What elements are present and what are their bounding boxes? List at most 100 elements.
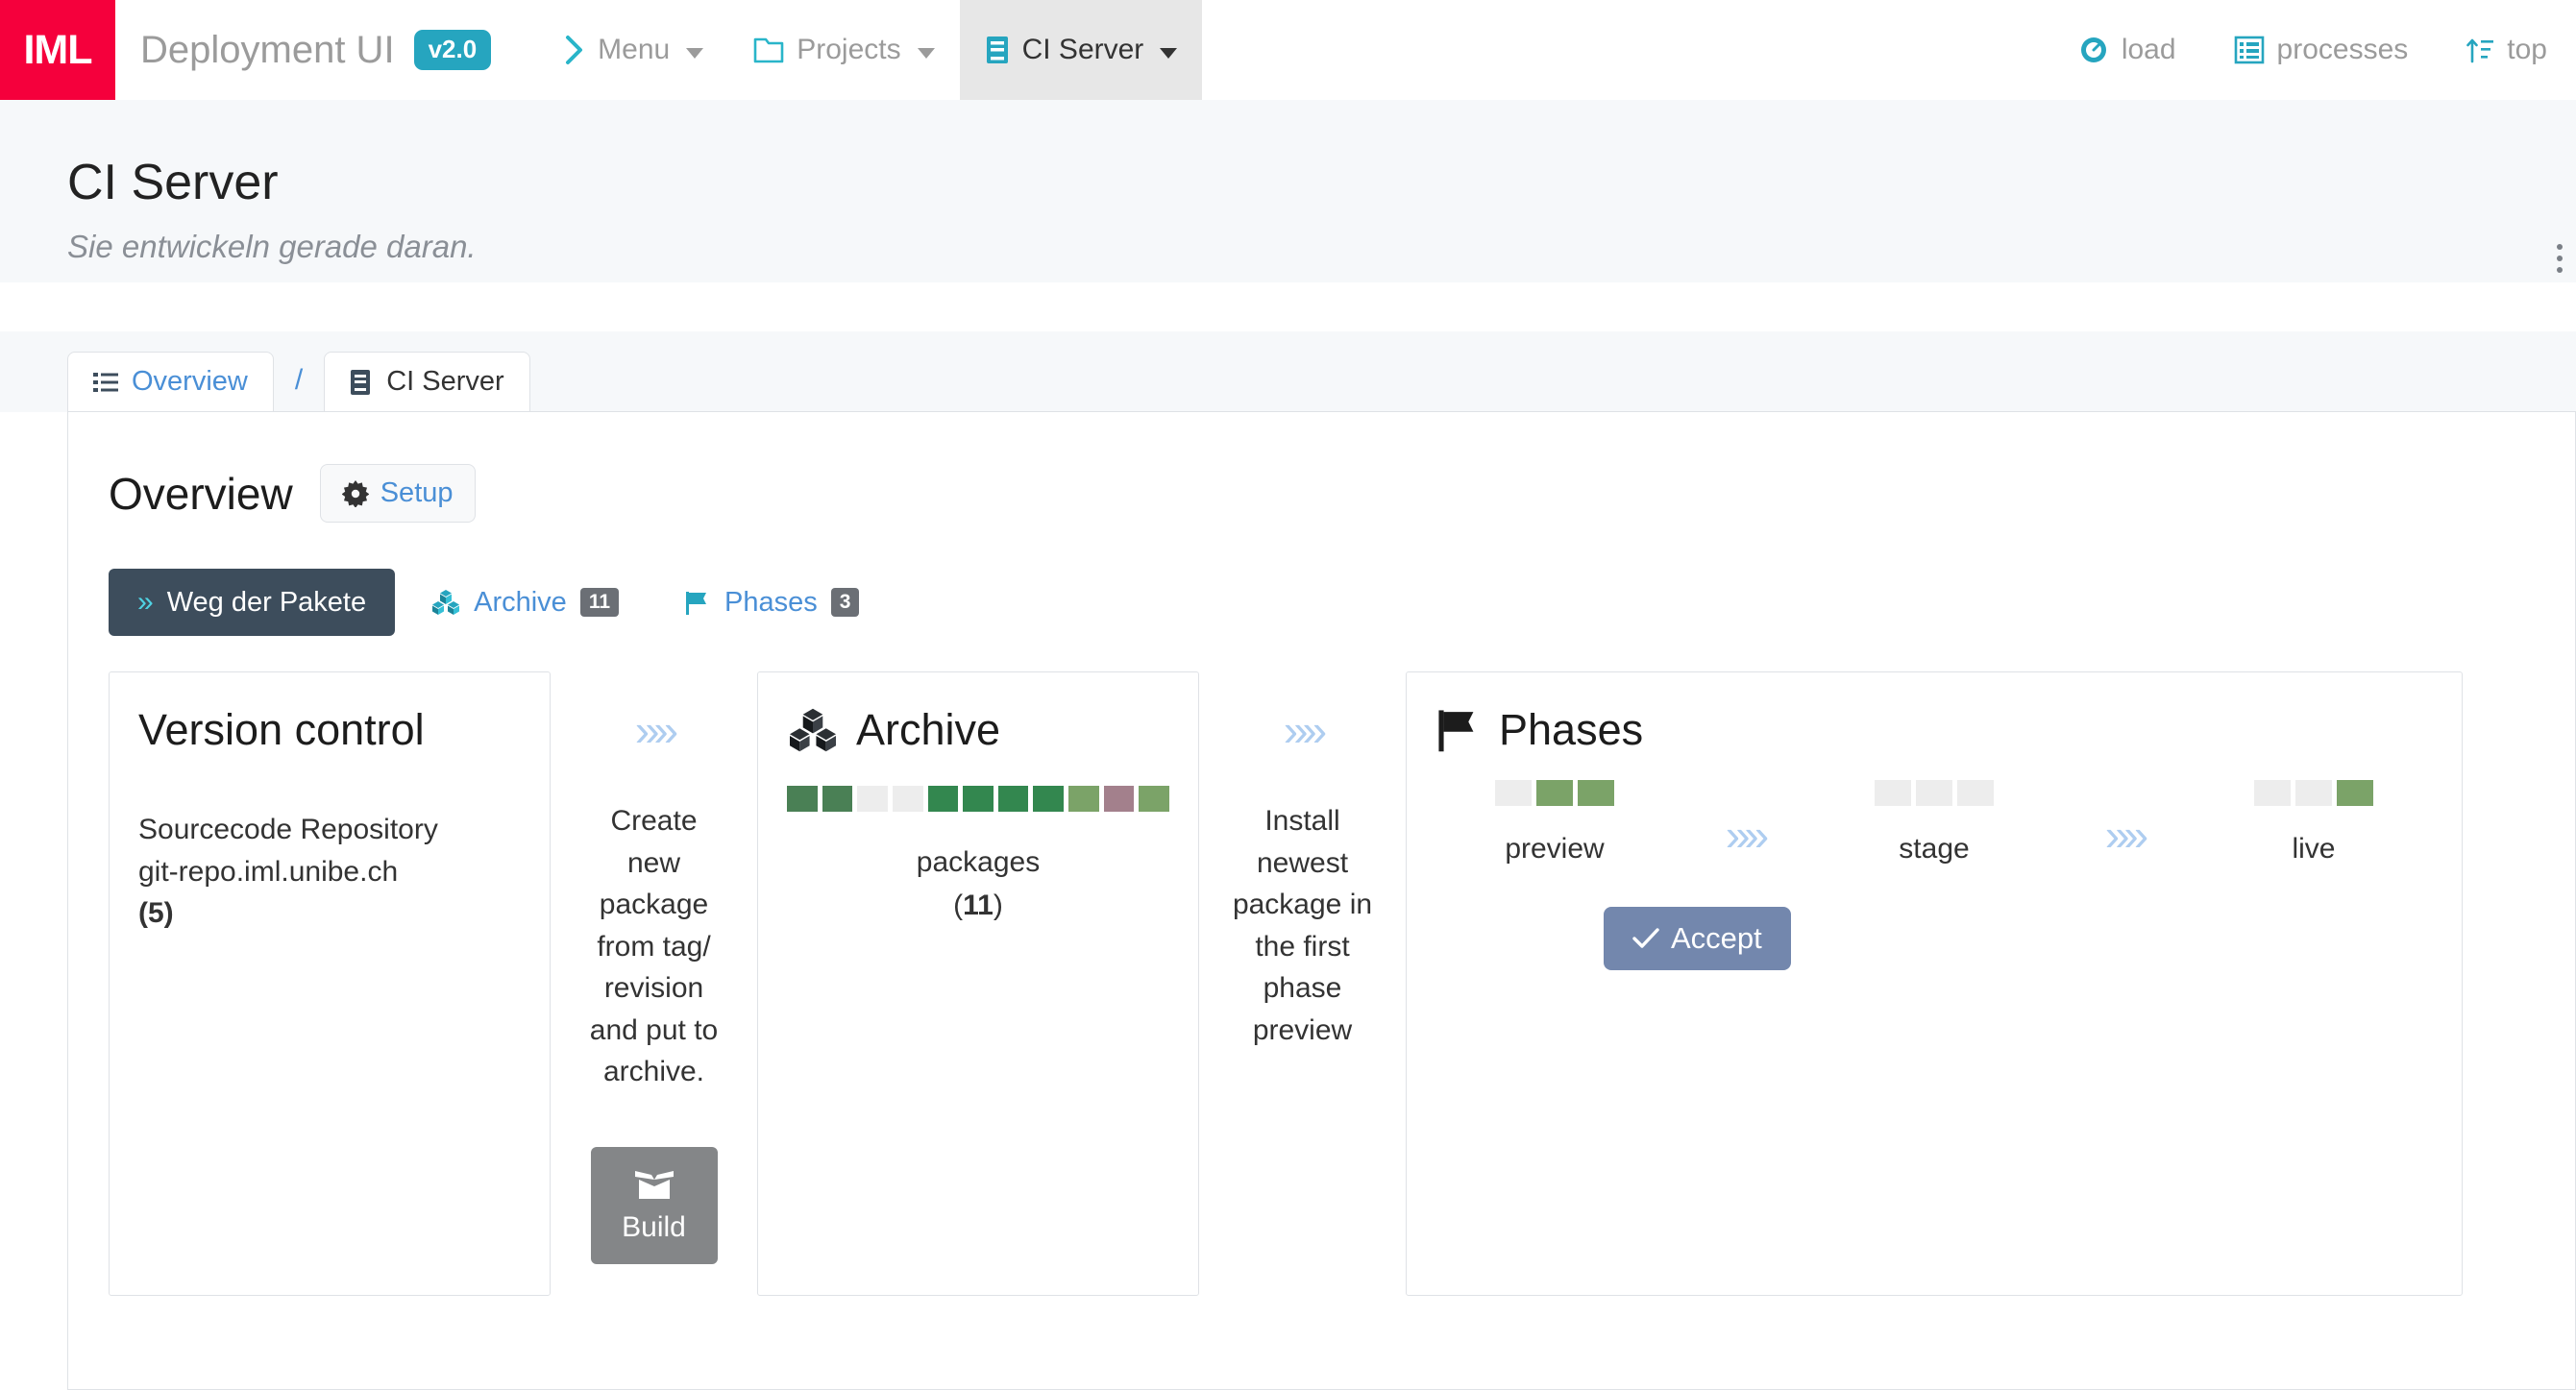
package-swatch[interactable] bbox=[997, 786, 1029, 812]
nav-item-label: processes bbox=[2276, 34, 2409, 65]
open-box-icon bbox=[632, 1167, 676, 1202]
package-swatch[interactable] bbox=[2294, 780, 2332, 806]
page-title: CI Server bbox=[67, 155, 279, 210]
panel-header: Overview Setup bbox=[109, 464, 476, 523]
gauge-icon bbox=[2078, 35, 2109, 65]
build-button[interactable]: Build bbox=[590, 1146, 718, 1264]
double-chevron-icon: »» bbox=[1283, 705, 1327, 755]
package-swatch[interactable] bbox=[1495, 780, 1532, 806]
sort-up-icon bbox=[2466, 36, 2494, 64]
check-icon bbox=[1632, 927, 1659, 950]
phase-column-preview: preview bbox=[1435, 780, 1674, 866]
install-step: »» Install newest package in the first p… bbox=[1199, 671, 1406, 1051]
repo-count: (5) bbox=[138, 897, 174, 929]
top-navbar: IML Deployment UI v2.0 Menu Projects CI … bbox=[0, 0, 2576, 100]
tab-archive[interactable]: Archive 11 bbox=[403, 569, 648, 636]
phase-swatches bbox=[1495, 780, 1614, 806]
overview-panel: Overview Setup » Weg der Pakete Archive … bbox=[67, 411, 2576, 1390]
chevron-down-icon bbox=[686, 47, 704, 59]
version-control-body: Sourcecode Repository git-repo.iml.unibe… bbox=[138, 809, 521, 935]
phases-title: Phases bbox=[1499, 705, 1644, 754]
setup-button[interactable]: Setup bbox=[319, 464, 476, 523]
server-icon bbox=[350, 369, 373, 396]
package-swatch[interactable] bbox=[2336, 780, 2373, 806]
archive-caption: packages (11) bbox=[787, 841, 1169, 927]
build-step: »» Create new package from tag/ revision… bbox=[551, 671, 757, 1264]
package-swatch[interactable] bbox=[1578, 780, 1614, 806]
nav-item-ci-server[interactable]: CI Server bbox=[959, 0, 1203, 100]
breadcrumb-item-ci-server[interactable]: CI Server bbox=[324, 352, 530, 412]
phase-label: preview bbox=[1505, 833, 1605, 865]
repo-label: Sourcecode Repository bbox=[138, 814, 438, 845]
package-swatch[interactable] bbox=[822, 786, 853, 812]
nav-item-menu[interactable]: Menu bbox=[539, 0, 728, 100]
double-chevron-icon: »» bbox=[634, 705, 678, 755]
accept-label: Accept bbox=[1671, 921, 1762, 955]
phase-arrow-2: »» bbox=[2053, 780, 2195, 857]
tab-badge: 3 bbox=[830, 588, 860, 617]
package-swatch[interactable] bbox=[786, 786, 818, 812]
package-flow: Version control Sourcecode Repository gi… bbox=[109, 671, 2575, 1296]
phase-swatches bbox=[2253, 780, 2373, 806]
package-swatch[interactable] bbox=[963, 786, 994, 812]
cubes-icon bbox=[431, 589, 460, 616]
chevron-down-icon bbox=[1160, 47, 1178, 59]
brand-title: Deployment UI bbox=[140, 28, 395, 71]
flag-icon bbox=[1435, 707, 1482, 753]
package-swatch[interactable] bbox=[1139, 786, 1170, 812]
install-step-text: Install newest package in the first phas… bbox=[1232, 805, 1373, 1046]
nav-item-top[interactable]: top bbox=[2437, 34, 2576, 66]
package-swatch[interactable] bbox=[1874, 780, 1911, 806]
breadcrumb-label: CI Server bbox=[386, 366, 504, 397]
list-icon bbox=[93, 371, 118, 394]
nav-item-projects[interactable]: Projects bbox=[728, 0, 959, 100]
phase-swatches bbox=[1874, 780, 1994, 806]
phases-card: Phases preview »» stage »» live Accept bbox=[1406, 671, 2463, 1296]
accept-button[interactable]: Accept bbox=[1604, 907, 1791, 970]
package-swatch[interactable] bbox=[1915, 780, 1952, 806]
tab-weg-der-pakete[interactable]: » Weg der Pakete bbox=[109, 569, 396, 636]
repo-host: git-repo.iml.unibe.ch bbox=[138, 855, 399, 888]
tab-label: Weg der Pakete bbox=[166, 586, 367, 618]
nav-item-label: top bbox=[2507, 34, 2547, 65]
package-swatch[interactable] bbox=[2253, 780, 2291, 806]
nav-item-processes[interactable]: processes bbox=[2205, 34, 2438, 66]
folder-icon bbox=[753, 36, 784, 64]
phases-title-row: Phases bbox=[1435, 705, 2433, 755]
package-swatch[interactable] bbox=[1033, 786, 1065, 812]
tab-phases[interactable]: Phases 3 bbox=[655, 569, 888, 636]
accept-button-wrap: Accept bbox=[1604, 907, 1791, 970]
nav-item-label: Menu bbox=[598, 34, 671, 65]
version-control-title: Version control bbox=[138, 705, 425, 754]
package-swatch[interactable] bbox=[927, 786, 959, 812]
phase-label: stage bbox=[1899, 833, 1970, 865]
archive-title: Archive bbox=[856, 705, 1001, 754]
archive-caption-text: packages bbox=[916, 846, 1041, 878]
double-chevron-icon: » bbox=[137, 586, 154, 618]
package-swatch[interactable] bbox=[1103, 786, 1135, 812]
breadcrumb-item-overview[interactable]: Overview bbox=[67, 352, 274, 412]
logo-text: IML bbox=[23, 26, 92, 73]
nav-item-load[interactable]: load bbox=[2049, 34, 2205, 66]
package-swatch[interactable] bbox=[857, 786, 888, 812]
build-label: Build bbox=[622, 1210, 686, 1243]
version-control-card: Version control Sourcecode Repository gi… bbox=[109, 671, 551, 1296]
panel-title: Overview bbox=[109, 468, 293, 519]
package-swatch[interactable] bbox=[1536, 780, 1573, 806]
archive-title-row: Archive bbox=[787, 705, 1169, 755]
cubes-icon bbox=[787, 707, 839, 753]
breadcrumb-separator: / bbox=[294, 364, 304, 396]
tab-badge: 11 bbox=[579, 588, 620, 617]
chevron-down-icon bbox=[917, 47, 935, 59]
kebab-menu-icon[interactable] bbox=[2557, 244, 2563, 273]
package-swatch[interactable] bbox=[892, 786, 923, 812]
package-swatch[interactable] bbox=[1956, 780, 1994, 806]
build-step-text: Create new package from tag/ revision an… bbox=[589, 805, 719, 1087]
double-chevron-icon: »» bbox=[1725, 810, 1769, 860]
package-swatch[interactable] bbox=[1068, 786, 1099, 812]
list-table-icon bbox=[2234, 36, 2265, 64]
version-badge: v2.0 bbox=[413, 30, 492, 70]
breadcrumb: Overview / CI Server bbox=[0, 331, 2576, 412]
setup-label: Setup bbox=[380, 477, 454, 508]
iml-logo[interactable]: IML bbox=[0, 0, 115, 100]
